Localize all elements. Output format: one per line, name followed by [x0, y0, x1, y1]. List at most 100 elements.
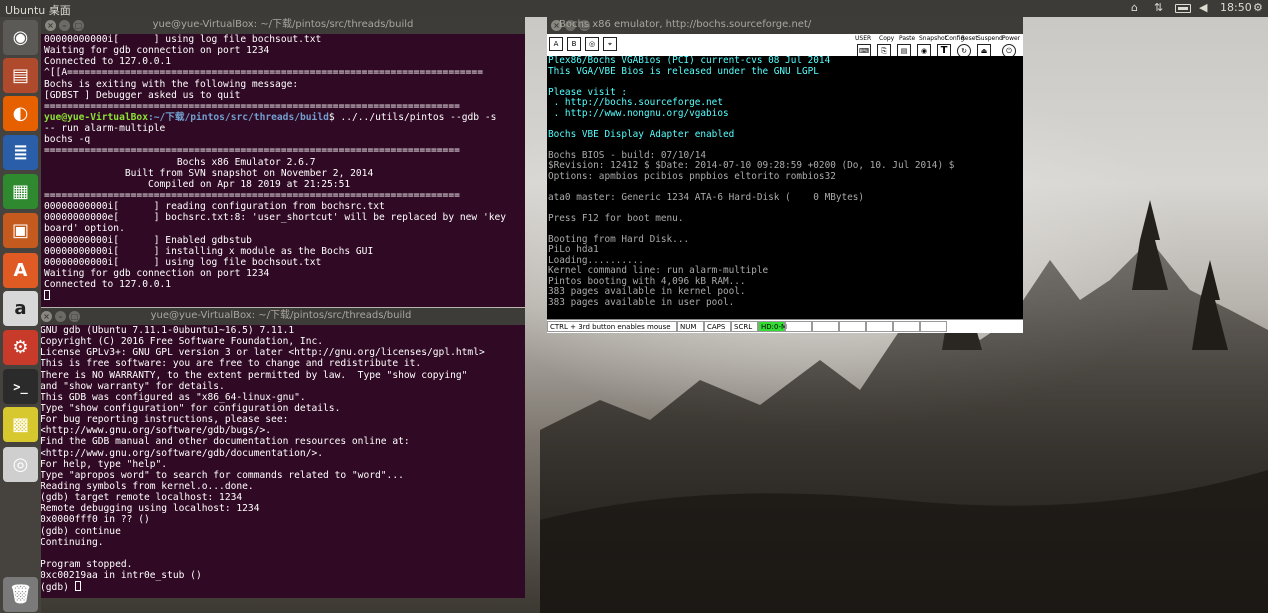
terminal-line: (gdb) continue	[40, 525, 121, 537]
terminal-line: Connected to 127.0.0.1	[44, 279, 172, 291]
window-titlebar[interactable]: × – □ yue@yue-VirtualBox: ~/下载/pintos/sr…	[37, 308, 525, 325]
launcher-virtualbox[interactable]: ▩	[3, 407, 38, 442]
toolbar-label-user: USER	[855, 35, 872, 42]
vga-text-line: Options: apmbios pcibios pnpbios eltorit…	[548, 170, 836, 182]
status-cell	[920, 321, 947, 332]
launcher-writer[interactable]: ≣	[3, 135, 38, 170]
maximize-icon[interactable]: □	[73, 20, 84, 31]
package-icon: ▩	[11, 414, 29, 435]
vga-text-line: . http://bochs.sourceforge.net	[548, 97, 723, 108]
files-icon: ▤	[11, 65, 29, 86]
vga-text-line	[548, 203, 1023, 214]
vga-text-line	[548, 182, 1023, 193]
close-icon[interactable]: ×	[45, 20, 56, 31]
vga-text-line: Booting from Hard Disk...	[548, 233, 690, 245]
terminal-line: 00000000000i[ ] reading configuration fr…	[44, 201, 385, 213]
ubuntu-logo-icon: ◉	[12, 27, 29, 48]
vga-text-line: 383 pages available in user pool.	[548, 296, 735, 308]
launcher-calc[interactable]: ▦	[3, 174, 38, 209]
window-titlebar[interactable]: × – □ yue@yue-VirtualBox: ~/下载/pintos/sr…	[41, 17, 525, 34]
terminal-line: 00000000000i[ ] using log file bochsout.…	[44, 256, 322, 268]
terminal-output[interactable]: GNU gdb (Ubuntu 7.11.1-0ubuntu1~16.5) 7.…	[39, 325, 523, 598]
status-cell: NUM	[677, 321, 704, 332]
vga-text-line: Kernel command line: run alarm-multiple	[548, 265, 769, 276]
bochs-emulator-window[interactable]: × – □ Bochs x86 emulator, http://bochs.s…	[547, 17, 1023, 333]
network-icon[interactable]: ⇅	[1154, 1, 1163, 14]
terminal-line: Copyright (C) 2016 Free Software Foundat…	[40, 336, 324, 348]
terminal-line: Compiled on Apr 18 2019 at 21:25:51	[44, 178, 351, 190]
terminal-window-bochs[interactable]: × – □ yue@yue-VirtualBox: ~/下载/pintos/sr…	[41, 17, 525, 307]
terminal-line: ========================================…	[44, 145, 460, 157]
panel-title: Ubuntu 桌面	[5, 4, 71, 17]
vga-text-line	[548, 140, 1023, 151]
window-titlebar[interactable]: × – □ Bochs x86 emulator, http://bochs.s…	[547, 17, 1023, 34]
terminal-line: 0x0000fff0 in ?? ()	[40, 514, 150, 526]
battery-icon[interactable]	[1175, 4, 1191, 13]
terminal-line: Waiting for gdb connection on port 1234	[44, 267, 270, 279]
terminal-line: ^[[A====================================…	[44, 67, 483, 79]
firefox-icon: ◐	[12, 103, 29, 124]
terminal-line: board' option.	[44, 223, 125, 235]
vga-text-line: Bochs VBE Display Adapter enabled	[548, 128, 735, 140]
terminal-line: This GDB was configured as "x86_64-linux…	[40, 391, 306, 403]
bochs-vga-screen[interactable]: Plex86/Bochs VGABios (PCI) current-cvs 0…	[547, 56, 1023, 319]
launcher-amazon[interactable]: a	[3, 291, 38, 326]
panel-clock[interactable]: 18:50	[1220, 1, 1252, 14]
terminal-line: 00000000000i[ ] installing x module as t…	[44, 245, 374, 257]
gear-icon[interactable]: ⚙	[1253, 1, 1263, 14]
status-cell	[812, 321, 839, 332]
status-cell	[866, 321, 893, 332]
terminal-cursor-line	[44, 290, 523, 301]
input-method-icon[interactable]: ⌂	[1131, 1, 1138, 14]
floppy-b-icon[interactable]: B	[567, 37, 581, 51]
terminal-line: Bochs x86 Emulator 2.6.7	[44, 156, 316, 168]
vga-text-line: This VGA/VBE Bios is released under the …	[548, 65, 819, 77]
terminal-line: GNU gdb (Ubuntu 7.11.1-0ubuntu1~16.5) 7.…	[40, 325, 295, 336]
terminal-line: Reading symbols from kernel.o...done.	[40, 480, 254, 492]
terminal-line: and "show warranty" for details.	[40, 380, 225, 392]
launcher-impress[interactable]: ▣	[3, 213, 38, 248]
launcher-settings[interactable]: ⚙	[3, 330, 38, 365]
close-icon[interactable]: ×	[41, 311, 52, 322]
terminal-line: Connected to 127.0.0.1	[44, 56, 172, 68]
launcher-firefox[interactable]: ◐	[3, 96, 38, 131]
text-cursor	[74, 581, 81, 592]
terminal-line: For bug reporting instructions, please s…	[40, 414, 289, 426]
mouse-icon[interactable]: ⌖	[603, 37, 617, 51]
terminal-line: Program stopped.	[40, 558, 133, 570]
toolbar-label-paste: Paste	[899, 35, 916, 42]
terminal-line: bochs -q	[44, 134, 91, 146]
launcher-files[interactable]: ▤	[3, 58, 38, 93]
minimize-icon[interactable]: –	[59, 20, 70, 31]
maximize-icon[interactable]: □	[69, 311, 80, 322]
top-panel: Ubuntu 桌面 ⌂ ⇅ ◀ 18:50 ⚙	[0, 0, 1268, 17]
status-cell: CTRL + 3rd button enables mouse	[547, 321, 677, 332]
toolbar-label-power: Power	[1002, 35, 1021, 42]
status-cell: CAPS	[704, 321, 731, 332]
terminal-line: ========================================…	[44, 189, 460, 201]
launcher-software-center[interactable]: A	[3, 253, 38, 288]
launcher-ubuntu-dash[interactable]: ◉	[3, 20, 38, 55]
terminal-output[interactable]: 00000000000i[ ] using log file bochsout.…	[43, 34, 523, 307]
status-cell: SCRL	[731, 321, 758, 332]
vga-text-line: 383 pages available in kernel pool.	[548, 286, 746, 297]
terminal-line: Find the GDB manual and other documentat…	[40, 436, 410, 448]
window-title: yue@yue-VirtualBox: ~/下载/pintos/src/thre…	[152, 19, 414, 30]
vga-text-line: PiLo hda1	[548, 244, 599, 255]
floppy-a-icon[interactable]: A	[549, 37, 563, 51]
spreadsheet-icon: ▦	[11, 181, 29, 202]
vga-text-line: Press F12 for boot menu.	[548, 212, 684, 224]
launcher-trash[interactable]: 🗑	[3, 577, 38, 612]
cdrom-icon[interactable]: ◎	[585, 37, 599, 51]
window-title: yue@yue-VirtualBox: ~/下载/pintos/src/thre…	[150, 310, 412, 321]
volume-icon[interactable]: ◀	[1199, 1, 1207, 14]
launcher-dvd[interactable]: ◎	[3, 447, 38, 482]
text-cursor	[44, 290, 50, 301]
terminal-window-gdb[interactable]: × – □ yue@yue-VirtualBox: ~/下载/pintos/sr…	[37, 308, 525, 598]
window-title: Bochs x86 emulator, http://bochs.sourcef…	[559, 19, 812, 30]
system-settings-icon: ⚙	[12, 337, 29, 358]
terminal-line: Remote debugging using localhost: 1234	[40, 503, 260, 515]
launcher-terminal[interactable]: >_	[3, 369, 38, 404]
minimize-icon[interactable]: –	[55, 311, 66, 322]
